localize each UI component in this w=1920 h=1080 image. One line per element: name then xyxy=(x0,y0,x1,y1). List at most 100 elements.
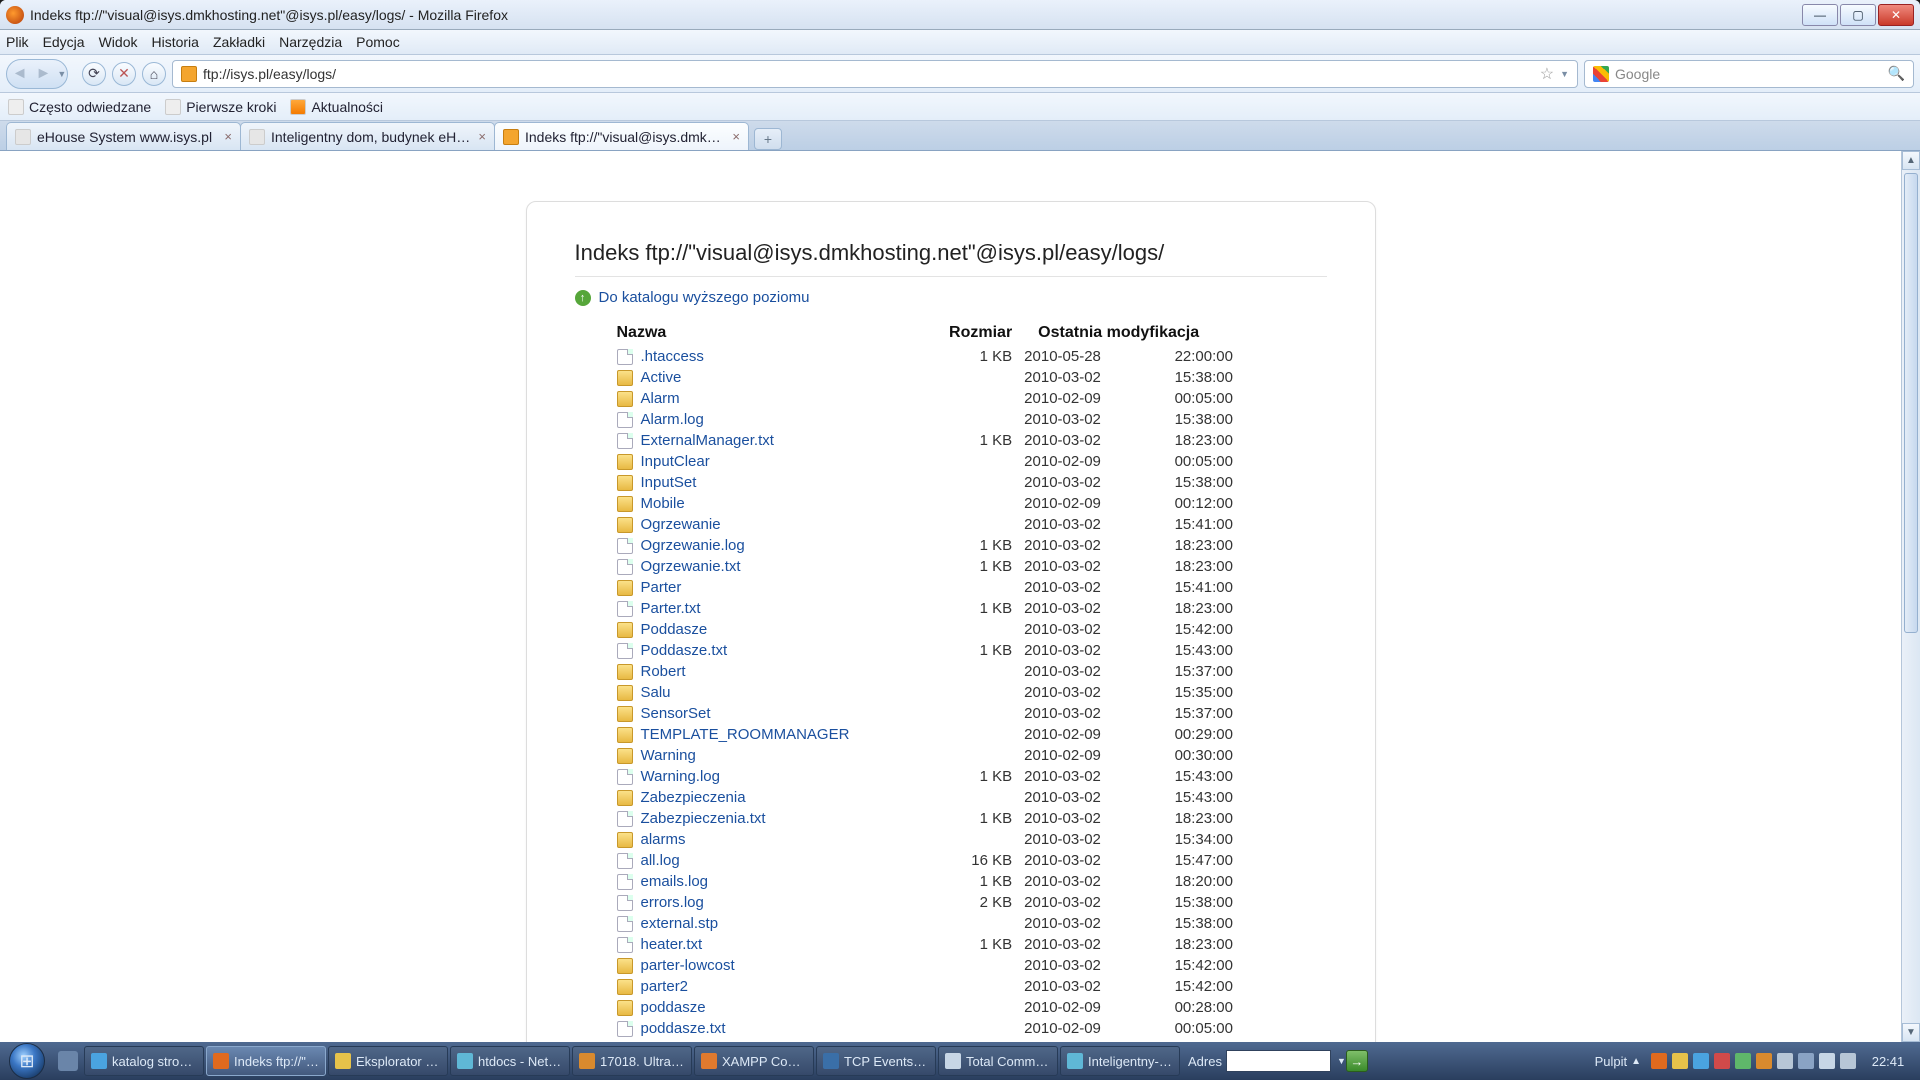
entry-link[interactable]: Alarm xyxy=(641,390,680,407)
entry-link[interactable]: Zabezpieczenia.txt xyxy=(641,810,766,827)
entry-link[interactable]: Parter xyxy=(641,579,682,596)
entry-link[interactable]: Warning.log xyxy=(641,768,720,785)
minimize-button[interactable]: — xyxy=(1802,4,1838,26)
taskbar-clock[interactable]: 22:41 xyxy=(1866,1054,1910,1069)
entry-link[interactable]: Poddasze.txt xyxy=(641,642,728,659)
menu-pomoc[interactable]: Pomoc xyxy=(356,34,400,50)
scroll-thumb[interactable] xyxy=(1904,173,1918,633)
taskbar-address-input[interactable] xyxy=(1226,1050,1331,1072)
tab-close-icon[interactable]: × xyxy=(732,129,740,144)
url-bar[interactable]: ftp://isys.pl/easy/logs/ ☆ ▼ xyxy=(172,60,1578,88)
tray-icon[interactable] xyxy=(1672,1053,1688,1069)
maximize-button[interactable]: ▢ xyxy=(1840,4,1876,26)
up-directory-link[interactable]: Do katalogu wyższego poziomu xyxy=(575,289,1327,306)
bookmark-star-icon[interactable]: ☆ xyxy=(1536,64,1558,84)
entry-link[interactable]: Ogrzewanie.log xyxy=(641,537,745,554)
entry-link[interactable]: Warning xyxy=(641,747,696,764)
entry-link[interactable]: heater.txt xyxy=(641,936,703,953)
quicklaunch-item[interactable] xyxy=(58,1051,78,1071)
col-name[interactable]: Nazwa xyxy=(575,320,906,346)
tray-icon[interactable] xyxy=(1840,1053,1856,1069)
menu-historia[interactable]: Historia xyxy=(152,34,199,50)
taskbar-task[interactable]: Total Comma... xyxy=(938,1046,1058,1076)
entry-link[interactable]: Zabezpieczenia xyxy=(641,789,746,806)
entry-link[interactable]: Salu xyxy=(641,684,671,701)
col-modified[interactable]: Ostatnia modyfikacja xyxy=(1018,320,1326,346)
entry-link[interactable]: SensorSet xyxy=(641,705,711,722)
reload-button[interactable]: ⟳ xyxy=(82,62,106,86)
tray-icon[interactable] xyxy=(1756,1053,1772,1069)
entry-link[interactable]: .htaccess xyxy=(641,348,704,365)
taskbar-task[interactable]: TCP Events Only xyxy=(816,1046,936,1076)
entry-link[interactable]: external.stp xyxy=(641,915,719,932)
search-bar[interactable]: Google 🔍 xyxy=(1584,60,1914,88)
entry-link[interactable]: InputSet xyxy=(641,474,697,491)
search-icon[interactable]: 🔍 xyxy=(1888,65,1905,82)
address-dropdown-icon[interactable]: ▼ xyxy=(1337,1056,1346,1066)
taskbar-task[interactable]: 17018. Ultravox... xyxy=(572,1046,692,1076)
taskbar-task[interactable]: katalog stron -... xyxy=(84,1046,204,1076)
tray-icon[interactable] xyxy=(1777,1053,1793,1069)
entry-link[interactable]: Ogrzewanie.txt xyxy=(641,558,741,575)
new-tab-button[interactable]: + xyxy=(754,128,782,150)
menu-edycja[interactable]: Edycja xyxy=(43,34,85,50)
bookmark-item[interactable]: Pierwsze kroki xyxy=(165,99,276,115)
entry-link[interactable]: Robert xyxy=(641,663,686,680)
tray-icon[interactable] xyxy=(1798,1053,1814,1069)
scroll-up-button[interactable]: ▲ xyxy=(1902,151,1920,170)
menu-zakładki[interactable]: Zakładki xyxy=(213,34,265,50)
folder-icon xyxy=(617,517,633,533)
tray-icon[interactable] xyxy=(1693,1053,1709,1069)
entry-link[interactable]: all.log xyxy=(641,852,680,869)
menu-widok[interactable]: Widok xyxy=(99,34,138,50)
taskbar-task[interactable]: Eksplorator W... xyxy=(328,1046,448,1076)
taskbar-task[interactable]: XAMPP Contr... xyxy=(694,1046,814,1076)
tray-icon[interactable] xyxy=(1735,1053,1751,1069)
entry-link[interactable]: poddasze.txt xyxy=(641,1020,726,1037)
tray-icon[interactable] xyxy=(1714,1053,1730,1069)
menu-narzędzia[interactable]: Narzędzia xyxy=(279,34,342,50)
menu-plik[interactable]: Plik xyxy=(6,34,29,50)
table-row: Ogrzewanie.log1 KB2010-03-0218:23:00 xyxy=(575,535,1327,556)
bookmark-item[interactable]: Często odwiedzane xyxy=(8,99,151,115)
tab[interactable]: Indeks ftp://"visual@isys.dmkhos...× xyxy=(494,122,749,150)
bookmark-item[interactable]: Aktualności xyxy=(290,99,383,115)
entry-link[interactable]: Parter.txt xyxy=(641,600,701,617)
entry-link[interactable]: Alarm.log xyxy=(641,411,704,428)
tab[interactable]: eHouse System www.isys.pl× xyxy=(6,122,241,150)
back-forward-cluster[interactable]: ◄ ► ▼ xyxy=(6,59,68,89)
entry-link[interactable]: Active xyxy=(641,369,682,386)
taskbar-go-button[interactable]: → xyxy=(1346,1050,1368,1072)
tray-icon[interactable] xyxy=(1651,1053,1667,1069)
entry-link[interactable]: alarms xyxy=(641,831,686,848)
tray-icon[interactable] xyxy=(1819,1053,1835,1069)
entry-link[interactable]: Ogrzewanie xyxy=(641,516,721,533)
entry-link[interactable]: parter-lowcost xyxy=(641,957,735,974)
entry-link[interactable]: InputClear xyxy=(641,453,710,470)
tab[interactable]: Inteligentny dom, budynek eHouse....× xyxy=(240,122,495,150)
url-dropdown-icon[interactable]: ▼ xyxy=(1560,69,1569,79)
tab-close-icon[interactable]: × xyxy=(478,129,486,144)
stop-button[interactable]: ✕ xyxy=(112,62,136,86)
taskbar-task[interactable]: Indeks ftp://"vi... xyxy=(206,1046,326,1076)
col-size[interactable]: Rozmiar xyxy=(905,320,1018,346)
taskbar-task[interactable]: htdocs - NetBe... xyxy=(450,1046,570,1076)
entry-link[interactable]: Poddasze xyxy=(641,621,708,638)
close-button[interactable]: ✕ xyxy=(1878,4,1914,26)
start-button[interactable]: ⊞ xyxy=(0,1042,54,1080)
entry-time: 18:23:00 xyxy=(1169,808,1327,829)
entry-link[interactable]: errors.log xyxy=(641,894,704,911)
entry-link[interactable]: parter2 xyxy=(641,978,689,995)
file-icon xyxy=(617,874,633,890)
entry-link[interactable]: poddasze xyxy=(641,999,706,1016)
entry-link[interactable]: emails.log xyxy=(641,873,709,890)
show-desktop-toggle[interactable]: Pulpit ▲ xyxy=(1595,1054,1641,1069)
scroll-down-button[interactable]: ▼ xyxy=(1902,1023,1920,1042)
entry-link[interactable]: ExternalManager.txt xyxy=(641,432,774,449)
entry-link[interactable]: Mobile xyxy=(641,495,685,512)
vertical-scrollbar[interactable]: ▲ ▼ xyxy=(1901,151,1920,1042)
tab-close-icon[interactable]: × xyxy=(224,129,232,144)
entry-link[interactable]: TEMPLATE_ROOMMANAGER xyxy=(641,726,850,743)
home-button[interactable]: ⌂ xyxy=(142,62,166,86)
taskbar-task[interactable]: Inteligentny-d... xyxy=(1060,1046,1180,1076)
